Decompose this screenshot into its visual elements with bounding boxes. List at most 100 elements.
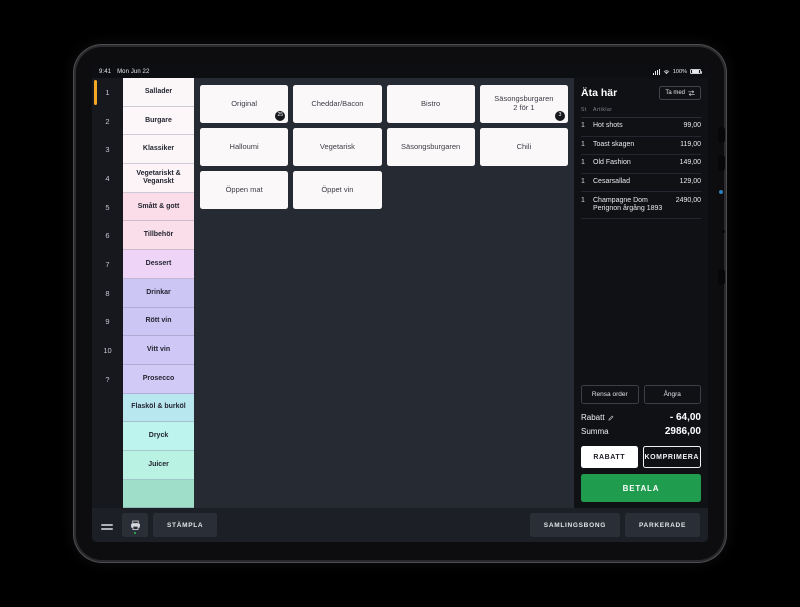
category-row[interactable]: Juicer — [92, 450, 194, 480]
product-grid: Original 25 Cheddar/Bacon Bistro Säsongsburg… — [200, 85, 568, 209]
category-label[interactable]: Dryck — [123, 422, 194, 451]
product-tile[interactable]: Säsongsburgaren — [386, 128, 475, 166]
printer-icon — [130, 520, 140, 530]
category-row[interactable]: 3 Klassiker — [92, 135, 194, 165]
order-line-name: Cesarsallad — [593, 177, 630, 185]
category-label[interactable]: Juicer — [123, 450, 194, 480]
category-label[interactable]: Sallader — [123, 78, 194, 107]
discount-value: - 64,00 — [669, 412, 701, 423]
product-tile[interactable]: Öppen mat — [200, 171, 289, 209]
pos-app-body: 1 Sallader 2 Burgare 3 Klassiker 4 Vegetariskt … — [92, 78, 708, 508]
product-tile-label: Chili — [516, 141, 532, 151]
product-tile[interactable]: Bistro — [386, 85, 475, 123]
order-line-price: 2490,00 — [675, 196, 701, 204]
category-row[interactable]: 7 Dessert — [92, 250, 194, 279]
battery-percent-label: 100% — [672, 68, 687, 75]
undo-button[interactable]: Ångra — [643, 385, 701, 404]
category-number: 9 — [92, 307, 123, 337]
product-tile-label: Bistro — [421, 98, 441, 108]
category-number — [92, 450, 123, 480]
product-tile[interactable]: Halloumi — [200, 128, 289, 166]
category-row[interactable]: Flasköl & burköl — [92, 393, 194, 423]
column-header-qty: St — [581, 107, 587, 113]
order-header: Äta här Ta med — [581, 86, 701, 100]
bottom-toolbar-right: SAMLINGSBONG PARKERADE — [529, 513, 700, 537]
category-row[interactable]: 5 Smått & gott — [92, 192, 194, 222]
battery-icon — [690, 68, 702, 75]
category-label[interactable] — [123, 479, 194, 508]
category-label[interactable]: Dessert — [123, 250, 194, 279]
smart-connector-led — [719, 190, 723, 194]
order-line-name: Toast skagen — [593, 140, 635, 148]
category-row[interactable]: 2 Burgare — [92, 106, 194, 136]
category-row[interactable]: Dryck — [92, 422, 194, 451]
category-row[interactable]: 8 Drinkar — [92, 278, 194, 308]
parkerade-button[interactable]: PARKERADE — [625, 513, 700, 537]
category-number: 2 — [92, 106, 123, 136]
betala-pay-button[interactable]: BETALA — [581, 474, 701, 502]
stampla-button[interactable]: STÄMPLA — [153, 513, 218, 537]
komprimera-button[interactable]: KOMPRIMERA — [642, 446, 701, 468]
product-tile[interactable]: Chili — [479, 128, 568, 166]
category-row[interactable]: 6 Tillbehör — [92, 221, 194, 251]
category-row[interactable]: 4 Vegetariskt & Veganskt — [92, 164, 194, 193]
category-number — [92, 479, 123, 508]
category-number: 1 — [92, 78, 123, 107]
selected-category-pointer — [193, 112, 194, 129]
cellular-signal-icon — [652, 68, 660, 75]
category-label[interactable]: Klassiker — [123, 135, 194, 165]
product-tile[interactable]: Vegetarisk — [293, 128, 382, 166]
ipad-device-frame: 9:41 Mon Jun 22 100% 1 Sallader 2 Burgare 3 K… — [76, 47, 725, 560]
category-sidebar[interactable]: 1 Sallader 2 Burgare 3 Klassiker 4 Vegetariskt … — [92, 78, 194, 508]
hamburger-menu-icon[interactable] — [92, 524, 122, 526]
printer-status-led — [133, 531, 137, 534]
order-line-list[interactable]: 1 Hot shots 99,00 1 Toast skagen 119,00 1 Old F… — [581, 118, 701, 385]
wifi-icon — [663, 69, 670, 74]
category-label[interactable]: Rött vin — [123, 307, 194, 337]
order-line-item[interactable]: 1 Old Fashion 149,00 — [581, 155, 701, 174]
order-line-price: 149,00 — [679, 159, 701, 167]
category-label[interactable]: Vegetariskt & Veganskt — [123, 164, 194, 193]
rabatt-button[interactable]: RABATT — [581, 446, 638, 468]
order-line-item[interactable]: 1 Hot shots 99,00 — [581, 118, 701, 137]
pencil-edit-icon[interactable] — [608, 415, 614, 421]
product-tile-label: Säsongsburgaren 2 för 1 — [494, 94, 554, 112]
bottom-toolbar: STÄMPLA SAMLINGSBONG PARKERADE — [92, 508, 708, 542]
category-row[interactable]: 1 Sallader — [92, 78, 194, 107]
printer-button[interactable] — [122, 513, 148, 537]
takeaway-toggle-button[interactable]: Ta med — [659, 86, 701, 100]
product-tile[interactable]: Cheddar/Bacon — [293, 85, 382, 123]
order-line-item[interactable]: 1 Toast skagen 119,00 — [581, 137, 701, 156]
discount-row[interactable]: Rabatt - 64,00 — [581, 412, 701, 423]
category-label[interactable]: Burgare — [123, 106, 194, 136]
order-title: Äta här — [581, 87, 618, 99]
samlingsbong-button[interactable]: SAMLINGSBONG — [529, 513, 620, 537]
category-label[interactable]: Vitt vin — [123, 336, 194, 365]
category-row[interactable]: 10 Vitt vin — [92, 336, 194, 365]
category-row[interactable]: ? Prosecco — [92, 364, 194, 394]
product-tile[interactable]: Öppet vin — [293, 171, 382, 209]
category-label[interactable]: Flasköl & burköl — [123, 393, 194, 423]
ipad-screen: 9:41 Mon Jun 22 100% 1 Sallader 2 Burgare 3 K… — [92, 65, 708, 542]
clear-order-button[interactable]: Rensa order — [581, 385, 639, 404]
product-tile[interactable]: Säsongsburgaren 2 för 13 — [479, 85, 568, 123]
category-number: 8 — [92, 278, 123, 308]
status-date: Mon Jun 22 — [117, 68, 150, 75]
category-number: 10 — [92, 336, 123, 365]
category-label[interactable]: Tillbehör — [123, 221, 194, 251]
order-line-item[interactable]: 1 Champagne Dom Perignon årgång 1893 2490,… — [581, 192, 701, 220]
product-tile[interactable]: Original 25 — [200, 85, 289, 123]
order-column-headers: St Artiklar — [581, 107, 701, 118]
category-row[interactable]: 9 Rött vin — [92, 307, 194, 337]
order-line-item[interactable]: 1 Cesarsallad 129,00 — [581, 174, 701, 193]
category-row[interactable] — [92, 479, 194, 508]
category-label[interactable]: Prosecco — [123, 364, 194, 394]
category-label[interactable]: Smått & gott — [123, 192, 194, 222]
category-label[interactable]: Drinkar — [123, 278, 194, 308]
order-line-qty: 1 — [581, 122, 585, 130]
category-number — [92, 422, 123, 451]
discount-label: Rabatt — [581, 413, 605, 422]
product-tile-label: Original — [231, 98, 258, 108]
product-tile-label: Cheddar/Bacon — [311, 98, 364, 108]
edge-button-dot-1 — [718, 127, 725, 143]
